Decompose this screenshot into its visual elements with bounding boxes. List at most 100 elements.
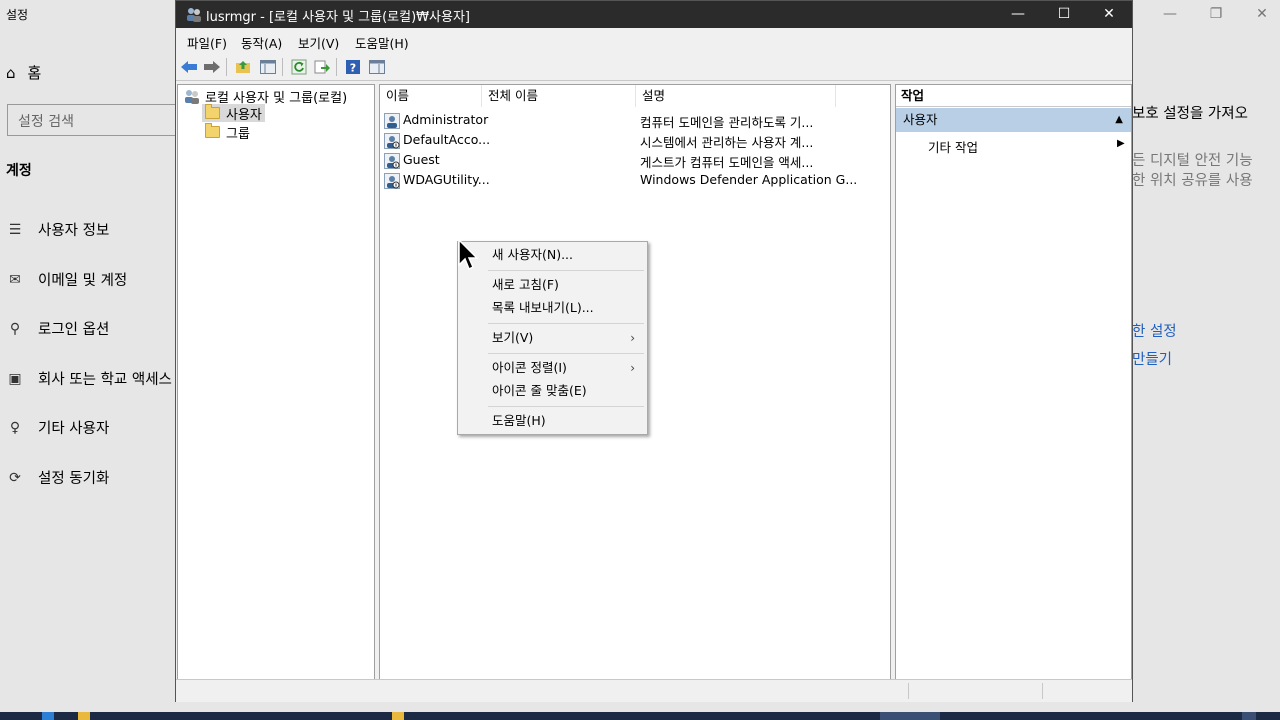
- nav-label: 회사 또는 학교 액세스: [38, 372, 172, 388]
- user-icon: [384, 153, 400, 169]
- ctx-arrange-icons[interactable]: 아이콘 정렬(I) ›: [458, 357, 647, 379]
- taskbar-notification-icon[interactable]: [1242, 712, 1256, 720]
- actions-pane: 작업 사용자 ▲ 기타 작업 ▶: [895, 84, 1132, 680]
- taskbar-folder-icon[interactable]: [392, 712, 404, 720]
- user-icon: [384, 133, 400, 149]
- minimize-button[interactable]: —: [995, 1, 1041, 28]
- menu-separator: [488, 323, 644, 324]
- back-arrow-icon[interactable]: [180, 58, 198, 76]
- context-menu: 새 사용자(N)... 새로 고침(F) 목록 내보내기(L)... 보기(V)…: [457, 241, 648, 435]
- ctx-refresh[interactable]: 새로 고침(F): [458, 274, 647, 296]
- table-row[interactable]: DefaultAcco... 시스템에서 관리하는 사용자 계...: [384, 131, 884, 150]
- lusrmgr-window: lusrmgr - [로컬 사용자 및 그룹(로컬)₩사용자] — ☐ ✕ 파일…: [175, 0, 1133, 702]
- actions-more-actions[interactable]: 기타 작업: [928, 137, 978, 156]
- action-pane-icon[interactable]: [368, 58, 386, 76]
- window-title: lusrmgr - [로컬 사용자 및 그룹(로컬)₩사용자]: [206, 10, 470, 25]
- table-row[interactable]: Guest 게스트가 컴퓨터 도메인을 액세...: [384, 151, 884, 170]
- ctx-view[interactable]: 보기(V) ›: [458, 327, 647, 349]
- submenu-arrow-icon: ›: [630, 361, 635, 375]
- user-description: Windows Defender Application G...: [640, 172, 858, 187]
- ctx-label: 새로 고침(F): [492, 277, 559, 292]
- nav-other-users[interactable]: ♀ 기타 사용자: [6, 417, 109, 438]
- title-bar[interactable]: lusrmgr - [로컬 사용자 및 그룹(로컬)₩사용자] — ☐ ✕: [176, 1, 1132, 28]
- toolbar-separator: [226, 58, 227, 76]
- menu-action[interactable]: 동작(A): [241, 33, 282, 52]
- right-text-line: 든 디지털 안전 기능: [1132, 153, 1253, 169]
- taskbar-active-app[interactable]: [880, 712, 940, 720]
- table-row[interactable]: WDAGUtility... Windows Defender Applicat…: [384, 171, 884, 190]
- maximize-button[interactable]: ☐: [1041, 1, 1087, 28]
- toolbar-separator: [336, 58, 337, 76]
- menu-help[interactable]: 도움말(H): [355, 33, 409, 52]
- ctx-help[interactable]: 도움말(H): [458, 410, 647, 432]
- status-divider: [908, 683, 909, 699]
- user-info-icon: ☰: [8, 221, 22, 238]
- actions-section-users[interactable]: 사용자 ▲: [896, 108, 1131, 132]
- user-name: Guest: [403, 152, 440, 167]
- column-header-full-name[interactable]: 전체 이름: [482, 85, 636, 107]
- taskbar-explorer-icon[interactable]: [78, 712, 90, 720]
- ctx-label: 목록 내보내기(L)...: [492, 300, 594, 315]
- right-link[interactable]: 한 설정: [1132, 320, 1177, 341]
- toolbar-separator: [282, 58, 283, 76]
- actions-section-label: 사용자: [903, 112, 938, 127]
- ctx-export-list[interactable]: 목록 내보내기(L)...: [458, 297, 647, 319]
- taskbar-edge-icon[interactable]: [42, 712, 54, 720]
- column-header-name[interactable]: 이름: [380, 85, 482, 107]
- user-description: 시스템에서 관리하는 사용자 계...: [640, 135, 814, 150]
- forward-arrow-icon[interactable]: [203, 58, 221, 76]
- actions-header: 작업: [896, 85, 1131, 107]
- help-icon[interactable]: ?: [344, 58, 362, 76]
- column-header-description[interactable]: 설명: [636, 85, 836, 107]
- ctx-label: 아이콘 줄 맞춤(E): [492, 383, 587, 398]
- table-row[interactable]: Administrator 컴퓨터 도메인을 관리하도록 기...: [384, 111, 884, 130]
- ctx-label: 도움말(H): [492, 413, 546, 428]
- settings-close-button[interactable]: ✕: [1248, 4, 1276, 24]
- settings-title: 설정: [6, 8, 29, 22]
- up-folder-icon[interactable]: [234, 58, 252, 76]
- settings-restore-button[interactable]: ❐: [1202, 4, 1230, 24]
- nav-email-accounts[interactable]: ✉ 이메일 및 계정: [6, 269, 127, 290]
- nav-label: 로그인 옵션: [38, 322, 110, 338]
- user-icon: [384, 113, 400, 129]
- settings-search-input[interactable]: 설정 검색: [7, 104, 197, 136]
- nav-sync-settings[interactable]: ⟳ 설정 동기화: [6, 467, 109, 488]
- nav-user-info[interactable]: ☰ 사용자 정보: [6, 219, 110, 240]
- taskbar: [0, 712, 1280, 720]
- collapse-up-icon[interactable]: ▲: [1115, 108, 1123, 132]
- nav-sign-in-options[interactable]: ⚲ 로그인 옵션: [6, 318, 109, 339]
- right-link[interactable]: 만들기: [1132, 348, 1172, 369]
- tree-item-users[interactable]: 사용자: [202, 104, 265, 123]
- settings-minimize-button[interactable]: —: [1156, 4, 1184, 24]
- ctx-label: 보기(V): [492, 330, 534, 345]
- user-description: 게스트가 컴퓨터 도메인을 액세...: [640, 155, 814, 170]
- right-text-line: 보호 설정을 가져오: [1132, 106, 1248, 122]
- tree-pane: 로컬 사용자 및 그룹(로컬) 사용자 그룹: [177, 84, 375, 680]
- nav-label: 사용자 정보: [38, 223, 110, 239]
- user-icon: [384, 173, 400, 189]
- menu-separator: [488, 353, 644, 354]
- menu-view[interactable]: 보기(V): [298, 33, 339, 52]
- nav-work-school-access[interactable]: ▣ 회사 또는 학교 액세스: [6, 368, 172, 389]
- menu-file[interactable]: 파일(F): [187, 33, 227, 52]
- tree-item-groups[interactable]: 그룹: [202, 123, 253, 142]
- export-icon[interactable]: [313, 58, 331, 76]
- submenu-arrow-icon: ›: [630, 331, 635, 345]
- close-button[interactable]: ✕: [1086, 1, 1132, 28]
- mouse-pointer-icon: [458, 239, 478, 271]
- tree-item-label: 그룹: [226, 126, 250, 142]
- briefcase-icon: ▣: [8, 370, 22, 387]
- show-tree-icon[interactable]: [259, 58, 277, 76]
- submenu-arrow-icon[interactable]: ▶: [1117, 138, 1125, 149]
- settings-home[interactable]: ⌂ 홈: [6, 62, 41, 83]
- tree-item-label: 사용자: [226, 107, 262, 123]
- user-description: 컴퓨터 도메인을 관리하도록 기...: [640, 115, 814, 130]
- nav-label: 설정 동기화: [38, 471, 110, 487]
- users-groups-icon: [185, 90, 199, 104]
- refresh-icon[interactable]: [290, 58, 308, 76]
- ctx-line-up-icons[interactable]: 아이콘 줄 맞춤(E): [458, 380, 647, 402]
- section-title: 계정: [6, 163, 32, 179]
- nav-label: 이메일 및 계정: [38, 273, 128, 289]
- more-actions-label: 기타 작업: [928, 140, 978, 155]
- ctx-new-user[interactable]: 새 사용자(N)...: [458, 244, 647, 266]
